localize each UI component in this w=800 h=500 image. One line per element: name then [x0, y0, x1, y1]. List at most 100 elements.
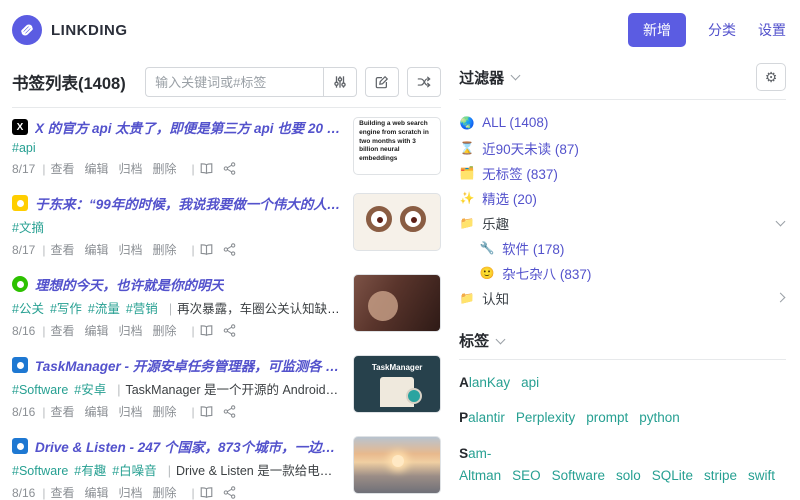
tag-link[interactable]: stripe [704, 468, 737, 483]
mark-read-button[interactable] [200, 405, 213, 418]
tag-link[interactable]: swift [748, 468, 775, 483]
archive-link[interactable]: 归档 [119, 484, 143, 500]
view-link[interactable]: 查看 [50, 160, 74, 177]
delete-link[interactable]: 删除 [153, 403, 177, 420]
filter-link[interactable]: 软件 (178) [502, 238, 564, 258]
filter-item[interactable]: 📁 认知 [459, 285, 786, 310]
filter-item[interactable]: ✨ 精选 (20) [459, 185, 786, 210]
search-options-button[interactable] [323, 67, 358, 97]
bookmark-row: X X 的官方 api 太贵了，即便是第三方 api 也要 20 多刀一个月 而 … [12, 108, 442, 184]
share-button[interactable] [223, 324, 236, 337]
delete-link[interactable]: 删除 [153, 241, 177, 258]
bookmark-tag-link[interactable]: #Software [12, 383, 68, 397]
delete-link[interactable]: 删除 [153, 484, 177, 500]
bookmark-title-link[interactable]: 理想的今天，也许就是你的明天 [35, 274, 224, 294]
tag-link[interactable]: prompt [586, 410, 628, 425]
filter-link[interactable]: ALL (1408) [482, 115, 548, 130]
chevron-right-icon[interactable] [775, 292, 786, 303]
share-icon [223, 486, 235, 499]
archive-link[interactable]: 归档 [119, 322, 143, 339]
archive-link[interactable]: 归档 [119, 403, 143, 420]
bookmark-thumbnail[interactable] [353, 193, 442, 251]
nav-settings-link[interactable]: 设置 [758, 20, 786, 40]
share-button[interactable] [223, 486, 236, 499]
mark-read-button[interactable] [200, 324, 213, 337]
x-logo-icon: X [12, 119, 28, 135]
delete-link[interactable]: 删除 [153, 322, 177, 339]
share-button[interactable] [223, 162, 236, 175]
separator: | [191, 323, 195, 338]
tag-link[interactable]: AlanKay [459, 375, 510, 390]
bookmark-tag-link[interactable]: #安卓 [74, 383, 106, 397]
filter-item[interactable]: 📁 乐趣 [459, 210, 786, 235]
bookmark-thumbnail[interactable]: TaskManager [353, 355, 442, 413]
bookmark-description: 再次暴露，车圈公关认知缺位的问题。 [177, 302, 341, 316]
delete-link[interactable]: 删除 [153, 160, 177, 177]
bookmark-tag-link[interactable]: #文摘 [12, 221, 44, 235]
bookmark-tag-link[interactable]: #公关 [12, 302, 44, 316]
archive-link[interactable]: 归档 [119, 241, 143, 258]
bookmark-tag-link[interactable]: #Software [12, 464, 68, 478]
mark-read-button[interactable] [200, 486, 213, 499]
filter-item[interactable]: 🗂️ 无标签 (837) [459, 160, 786, 185]
edit-link[interactable]: 编辑 [85, 241, 109, 258]
bookmark-tag-link[interactable]: #流量 [88, 302, 120, 316]
mark-read-button[interactable] [200, 162, 213, 175]
search-input[interactable] [145, 67, 324, 97]
chevron-down-icon[interactable] [775, 216, 786, 226]
tag-link[interactable]: Palantir [459, 410, 505, 425]
view-link[interactable]: 查看 [50, 403, 74, 420]
edit-link[interactable]: 编辑 [85, 160, 109, 177]
filter-link[interactable]: 杂七杂八 (837) [502, 263, 591, 283]
edit-link[interactable]: 编辑 [85, 322, 109, 339]
filter-item[interactable]: 🙂 杂七杂八 (837) [459, 260, 786, 285]
separator: | [167, 464, 171, 478]
bookmark-tag-link[interactable]: #白噪音 [112, 464, 156, 478]
share-button[interactable] [223, 243, 236, 256]
nav-categories-link[interactable]: 分类 [708, 20, 736, 40]
bookmark-title-link[interactable]: Drive & Listen - 247 个国家，873个城市，一边听音乐，一边… [35, 436, 341, 456]
tag-link[interactable]: Software [552, 468, 605, 483]
chevron-down-icon[interactable] [510, 70, 521, 81]
bookmark-thumbnail[interactable]: Building a web search engine from scratc… [353, 117, 442, 175]
bookmark-tag-link[interactable]: #营销 [126, 302, 158, 316]
edit-link[interactable]: 编辑 [85, 484, 109, 500]
bulk-edit-button[interactable] [365, 67, 400, 97]
tag-link[interactable]: solo [616, 468, 641, 483]
edit-link[interactable]: 编辑 [85, 403, 109, 420]
filter-item[interactable]: 🔧 软件 (178) [459, 235, 786, 260]
add-bookmark-button[interactable]: 新增 [628, 13, 686, 47]
share-icon [223, 162, 235, 175]
bookmark-title-link[interactable]: X 的官方 api 太贵了，即便是第三方 api 也要 20 多刀一个月 而 t… [35, 117, 341, 137]
bookmark-thumbnail[interactable] [353, 274, 442, 332]
bookmark-tag-link[interactable]: #有趣 [74, 464, 106, 478]
mark-read-button[interactable] [200, 243, 213, 256]
random-sort-button[interactable] [407, 67, 442, 97]
view-link[interactable]: 查看 [50, 484, 74, 500]
tag-link[interactable]: SQLite [652, 468, 693, 483]
bookmark-description: Drive & Listen 是一款给电脑前的同学们纯欣赏使用的... [175, 464, 341, 478]
bookmark-tag-link[interactable]: #写作 [50, 302, 82, 316]
filter-link[interactable]: 近90天未读 (87) [482, 138, 579, 158]
view-link[interactable]: 查看 [50, 322, 74, 339]
tag-link[interactable]: Perplexity [516, 410, 575, 425]
bookmark-thumbnail[interactable] [353, 436, 442, 494]
bookmark-title-link[interactable]: 于东来：“99年的时候，我说我要做一个伟大的人，很多人都说我 [35, 193, 341, 213]
share-button[interactable] [223, 405, 236, 418]
filter-settings-button[interactable]: ⚙ [756, 63, 786, 91]
tag-link[interactable]: Sam-Altman [459, 446, 501, 483]
tag-link[interactable]: api [521, 375, 539, 390]
archive-link[interactable]: 归档 [119, 160, 143, 177]
brand[interactable]: LINKDING [12, 15, 128, 45]
chevron-down-icon[interactable] [495, 334, 506, 344]
bookmark-date: 8/17 [12, 242, 36, 257]
tag-link[interactable]: python [639, 410, 680, 425]
filter-link[interactable]: 精选 (20) [482, 188, 537, 208]
filter-item[interactable]: 🌏 ALL (1408) [459, 110, 786, 135]
bookmark-tag-link[interactable]: #api [12, 141, 36, 155]
tag-link[interactable]: SEO [512, 468, 541, 483]
view-link[interactable]: 查看 [50, 241, 74, 258]
filter-item[interactable]: ⌛ 近90天未读 (87) [459, 135, 786, 160]
bookmark-title-link[interactable]: TaskManager - 开源安卓任务管理器，可监测各 APP 的 CPU、内… [35, 355, 341, 375]
filter-link[interactable]: 无标签 (837) [482, 163, 558, 183]
